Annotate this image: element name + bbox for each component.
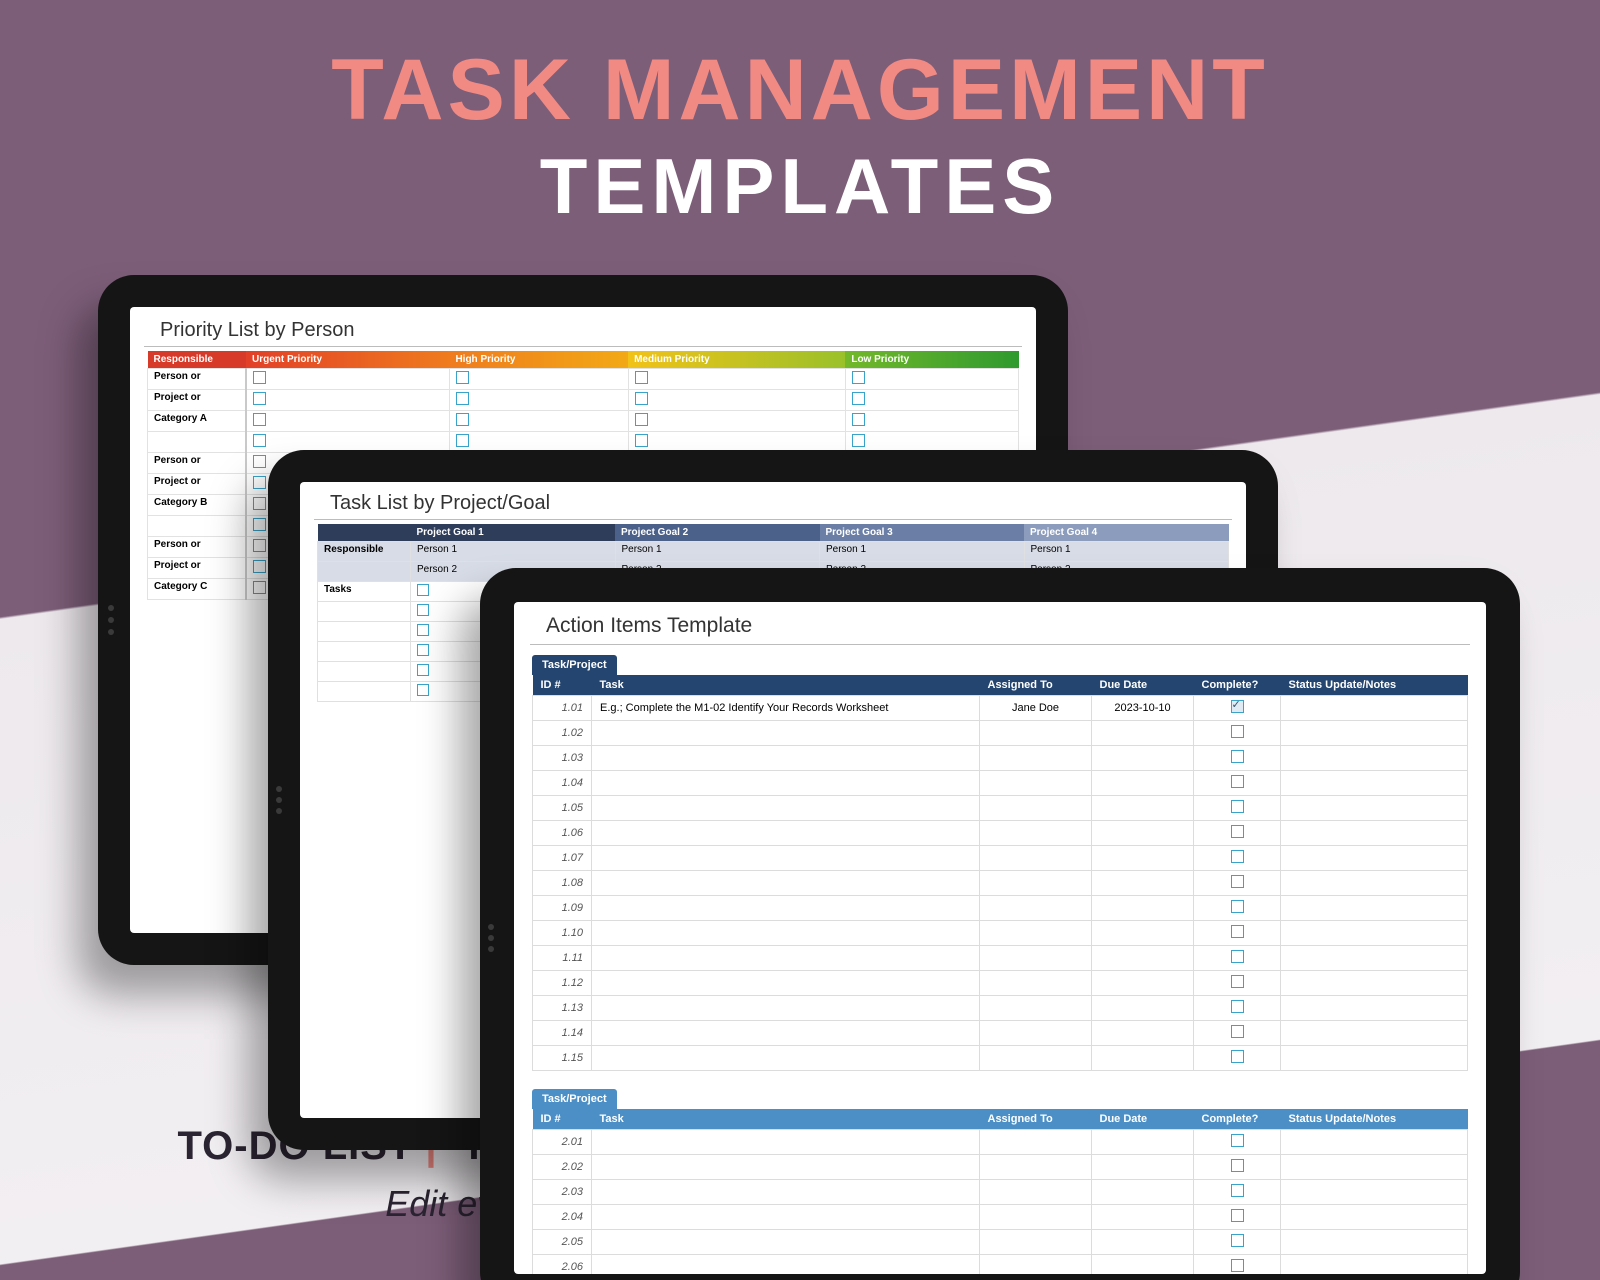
complete-checkbox[interactable] xyxy=(1231,1184,1244,1197)
table-row: 1.14 xyxy=(533,1021,1468,1046)
table-row: 1.05 xyxy=(533,796,1468,821)
checkbox[interactable] xyxy=(417,584,429,596)
complete-checkbox[interactable] xyxy=(1231,1134,1244,1147)
table-row: 2.06 xyxy=(533,1255,1468,1275)
complete-checkbox[interactable] xyxy=(1231,950,1244,963)
table-row: 2.01 xyxy=(533,1130,1468,1155)
table-row: 1.13 xyxy=(533,996,1468,1021)
complete-checkbox[interactable] xyxy=(1231,775,1244,788)
table-row: 2.02 xyxy=(533,1155,1468,1180)
complete-checkbox[interactable] xyxy=(1231,1000,1244,1013)
checkbox[interactable] xyxy=(417,624,429,636)
complete-checkbox[interactable] xyxy=(1231,1209,1244,1222)
sheet-title-tasklist: Task List by Project/Goal xyxy=(314,482,1232,520)
table-row: 1.10 xyxy=(533,921,1468,946)
sheet-title-action: Action Items Template xyxy=(530,602,1470,645)
checkbox[interactable] xyxy=(253,455,266,468)
complete-checkbox[interactable] xyxy=(1231,725,1244,738)
action-table-2: ID # Task Assigned To Due Date Complete?… xyxy=(532,1109,1468,1274)
checkbox[interactable] xyxy=(417,604,429,616)
checkbox[interactable] xyxy=(635,371,648,384)
complete-checkbox[interactable] xyxy=(1231,900,1244,913)
table-row: 1.12 xyxy=(533,971,1468,996)
checkbox[interactable] xyxy=(417,684,429,696)
checkbox[interactable] xyxy=(253,581,266,594)
checkbox[interactable] xyxy=(456,413,469,426)
table-row: 1.02 xyxy=(533,721,1468,746)
complete-checkbox[interactable] xyxy=(1231,1159,1244,1172)
complete-checkbox[interactable] xyxy=(1231,1050,1244,1063)
table-row: 1.11 xyxy=(533,946,1468,971)
complete-checkbox[interactable] xyxy=(1231,1234,1244,1247)
complete-checkbox[interactable] xyxy=(1231,1259,1244,1272)
checkbox[interactable] xyxy=(456,434,469,447)
action-table-1: ID # Task Assigned To Due Date Complete?… xyxy=(532,675,1468,1071)
table-row: 2.04 xyxy=(533,1205,1468,1230)
complete-checkbox[interactable] xyxy=(1231,800,1244,813)
title-line-2: TEMPLATES xyxy=(0,141,1600,232)
checkbox[interactable] xyxy=(417,644,429,656)
checkbox[interactable] xyxy=(253,476,266,489)
complete-checkbox[interactable] xyxy=(1231,925,1244,938)
complete-checkbox[interactable] xyxy=(1231,850,1244,863)
checkbox[interactable] xyxy=(852,434,865,447)
table-row: 1.04 xyxy=(533,771,1468,796)
table-row: 1.08 xyxy=(533,871,1468,896)
complete-checkbox[interactable] xyxy=(1231,1025,1244,1038)
checkbox[interactable] xyxy=(635,434,648,447)
table-row: 2.05 xyxy=(533,1230,1468,1255)
hero-title: TASK MANAGEMENT TEMPLATES xyxy=(0,45,1600,232)
checkbox[interactable] xyxy=(253,434,266,447)
table-row: 1.06 xyxy=(533,821,1468,846)
table-row: 2.03 xyxy=(533,1180,1468,1205)
checkbox[interactable] xyxy=(417,664,429,676)
table-row: 1.03 xyxy=(533,746,1468,771)
checkbox[interactable] xyxy=(852,413,865,426)
checkbox[interactable] xyxy=(852,371,865,384)
table-row: 1.09 xyxy=(533,896,1468,921)
checkbox[interactable] xyxy=(635,392,648,405)
complete-checkbox[interactable] xyxy=(1231,700,1244,713)
complete-checkbox[interactable] xyxy=(1231,750,1244,763)
checkbox[interactable] xyxy=(253,497,266,510)
table-row: 1.01E.g.; Complete the M1-02 Identify Yo… xyxy=(533,696,1468,721)
checkbox[interactable] xyxy=(253,371,266,384)
checkbox[interactable] xyxy=(456,392,469,405)
checkbox[interactable] xyxy=(253,413,266,426)
table-row: 1.15 xyxy=(533,1046,1468,1071)
sheet-title-priority: Priority List by Person xyxy=(144,307,1022,347)
checkbox[interactable] xyxy=(253,392,266,405)
complete-checkbox[interactable] xyxy=(1231,975,1244,988)
checkbox[interactable] xyxy=(253,518,266,531)
table-row: 1.07 xyxy=(533,846,1468,871)
checkbox[interactable] xyxy=(456,371,469,384)
tablet-action-items: Action Items Template Task/Project ID # … xyxy=(480,568,1520,1280)
complete-checkbox[interactable] xyxy=(1231,875,1244,888)
table-tab-1: Task/Project xyxy=(532,655,617,675)
checkbox[interactable] xyxy=(852,392,865,405)
checkbox[interactable] xyxy=(635,413,648,426)
checkbox[interactable] xyxy=(253,539,266,552)
checkbox[interactable] xyxy=(253,560,266,573)
table-tab-2: Task/Project xyxy=(532,1089,617,1109)
complete-checkbox[interactable] xyxy=(1231,825,1244,838)
title-line-1: TASK MANAGEMENT xyxy=(0,45,1600,135)
